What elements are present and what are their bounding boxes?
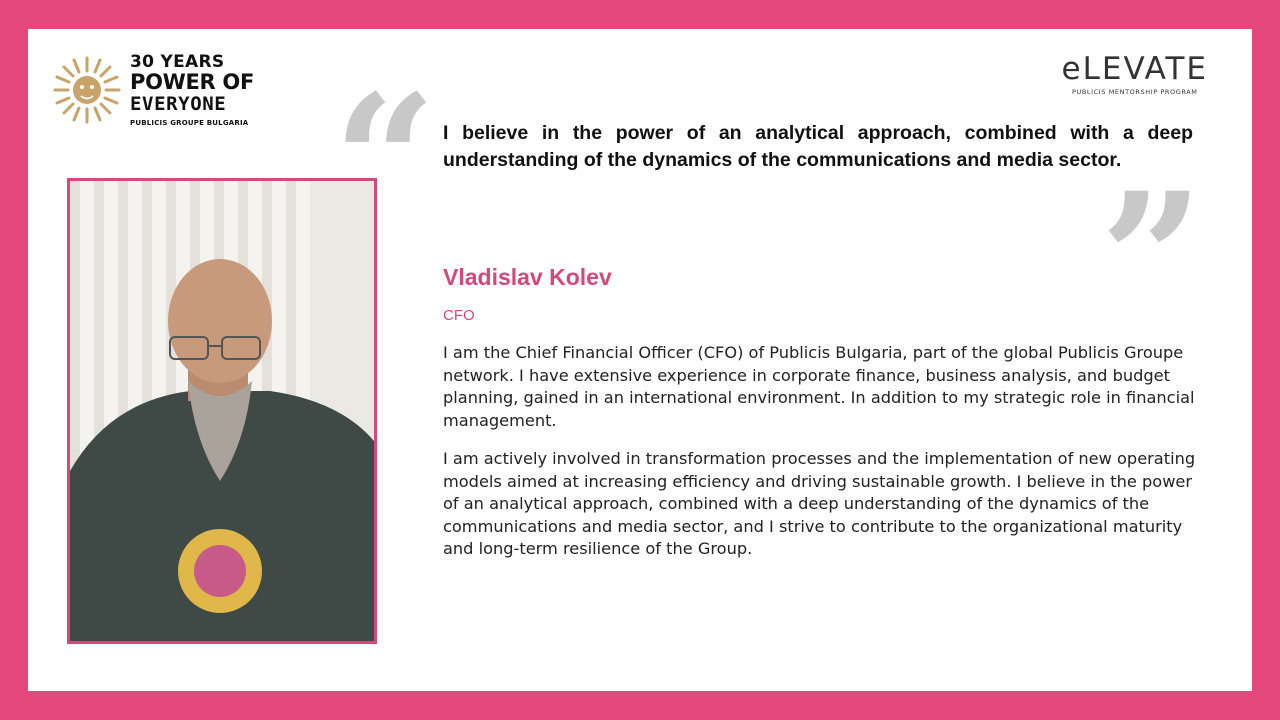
publicis-30-years-logo: 30 YEARS POWER OF EVERYONE PUBLICIS GROU… [52,53,267,130]
close-quote-icon: ” [1100,154,1204,365]
lion-sun-icon [53,56,121,124]
bio-paragraph-2: I am actively involved in transformation… [443,449,1196,558]
elevate-subtitle: PUBLICIS MENTORSHIP PROGRAM [1071,88,1198,96]
elevate-wordmark: eLEVATE [1061,51,1208,87]
portrait-photo [67,178,377,644]
logo-line-years: 30 YEARS [130,52,225,72]
logo-line-power: POWER OF [130,70,255,94]
elevate-logo: eLEVATE PUBLICIS MENTORSHIP PROGRAM [1062,52,1208,96]
person-name: Vladislav Kolev [443,264,612,290]
bio-paragraph-1: I am the Chief Financial Officer (CFO) o… [443,343,1195,430]
logo-line-company: PUBLICIS GROUPE BULGARIA [130,119,249,127]
logo-line-everyone: EVERYONE [130,93,227,115]
pull-quote: I believe in the power of an analytical … [443,122,1193,171]
portrait-illustration [70,181,374,641]
person-role: CFO [443,307,475,324]
logo-wordmark: 30 YEARS POWER OF EVERYONE PUBLICIS GROU… [130,53,254,129]
